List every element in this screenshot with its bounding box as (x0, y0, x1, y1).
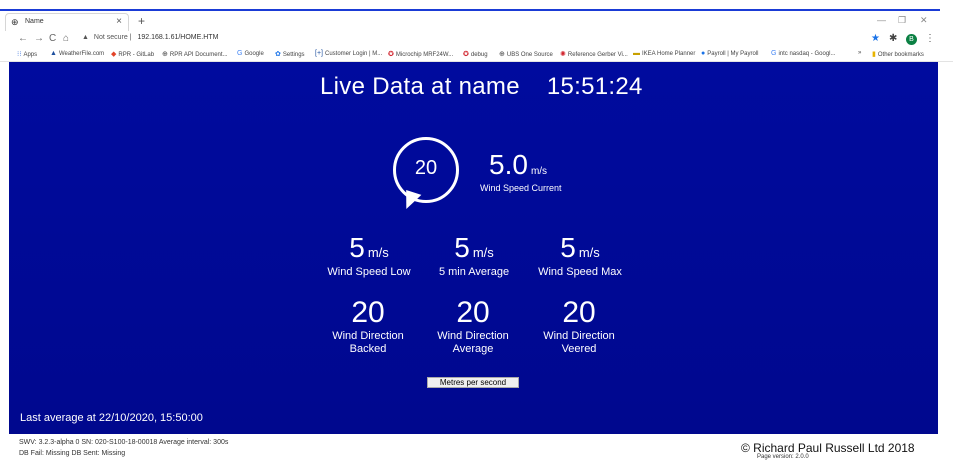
minimize-icon[interactable]: — (877, 15, 886, 25)
bookmark-weatherfile[interactable]: ▲ WeatherFile.com (50, 50, 104, 57)
url-text: 192.168.1.61/HOME.HTM (137, 34, 219, 41)
close-tab-icon[interactable]: × (116, 16, 122, 27)
page-title: Live Data at name 15:51:24 (320, 73, 643, 101)
gitlab-icon: ◆ (111, 51, 117, 58)
bookmark-payroll[interactable]: ● Payroll | My Payroll (701, 50, 758, 57)
stat-label: Wind Speed Max (538, 266, 622, 278)
new-tab-icon[interactable]: + (138, 14, 145, 28)
folder-icon: ▮ (872, 51, 876, 58)
bookmark-customer-login[interactable]: [+] Customer Login | M... (315, 50, 382, 57)
bookmark-api-docs[interactable]: ⊕ RPR API Document... (162, 50, 228, 58)
tab-title: Name (25, 18, 44, 25)
wind-speed-average: 5 m/s 5 min Average (419, 232, 529, 279)
direction-label-line2: Backed (349, 343, 387, 355)
bookmarks-bar: ⁝⁝ Apps ▲ WeatherFile.com ◆ RPR - GitLab ⊕ R… (0, 48, 953, 62)
stat-value: 5 (349, 232, 365, 263)
wind-speed-current-label: Wind Speed Current (480, 183, 562, 193)
direction-value: 20 (562, 296, 596, 329)
bracket-icon: [+] (315, 50, 323, 57)
bookmark-gerber[interactable]: ✺ Reference Gerber Vi... (560, 50, 628, 58)
page-version: Page version: 2.0.0 (757, 454, 809, 460)
bookmark-debug[interactable]: ✪ debug (463, 50, 488, 58)
back-icon[interactable]: ← (18, 33, 28, 44)
restore-icon[interactable]: ❐ (898, 15, 906, 26)
direction-label-line2: Average (452, 343, 494, 355)
wind-direction-veered: 20 Wind Direction Veered (524, 296, 634, 356)
station-title: Live Data at name (320, 73, 520, 100)
profile-avatar[interactable]: B (906, 34, 917, 45)
bookmark-intc[interactable]: Gintc nasdaq - Googl... (771, 50, 836, 57)
apps-grid-icon: ⁝⁝ (17, 51, 22, 58)
reference-icon: ✺ (560, 51, 566, 58)
bookmarks-overflow[interactable]: » (858, 50, 861, 56)
bookmark-settings[interactable]: ✿ Settings (275, 50, 305, 58)
home-icon[interactable]: ⌂ (63, 33, 69, 44)
reload-icon[interactable]: C (49, 33, 56, 44)
direction-label-line1: Wind Direction (332, 330, 404, 342)
google-icon: G (771, 50, 777, 57)
security-label: Not secure (93, 34, 128, 41)
wind-direction-average: 20 Wind Direction Average (418, 296, 528, 356)
weatherfile-icon: ▲ (50, 50, 57, 57)
copyright: © Richard Paul Russell Ltd 2018 (741, 441, 915, 455)
bookmark-other[interactable]: ▮ Other bookmarks (872, 50, 924, 58)
direction-value: 20 (351, 296, 385, 329)
gear-icon: ✿ (275, 51, 281, 58)
microchip-icon: ✪ (388, 51, 394, 58)
star-icon[interactable]: ★ (871, 33, 880, 44)
stat-unit: m/s (367, 245, 389, 260)
stat-label: 5 min Average (438, 266, 510, 278)
browser-tab[interactable]: ⊕ Name × (5, 13, 129, 31)
wind-direction-backed: 20 Wind Direction Backed (313, 296, 423, 356)
url-separator: | (129, 34, 132, 41)
stat-label: Wind Speed Low (327, 266, 411, 278)
direction-label-line2: Veered (561, 343, 597, 355)
units-toggle-button[interactable]: Metres per second (427, 377, 519, 388)
globe-icon: ⊕ (11, 17, 19, 27)
wind-speed-low: 5 m/s Wind Speed Low (314, 232, 424, 279)
bookmark-ubs[interactable]: ⊕ UBS One Source (499, 50, 553, 58)
bookmark-microchip[interactable]: ✪ Microchip MRF24W... (388, 50, 453, 58)
live-time: 15:51:24 (546, 73, 643, 100)
wind-speed-current-unit: m/s (530, 166, 548, 177)
ikea-icon: ▬ (633, 50, 640, 57)
close-window-icon[interactable]: ✕ (920, 15, 928, 26)
stat-unit: m/s (472, 245, 494, 260)
direction-label-line1: Wind Direction (543, 330, 615, 342)
device-info: SWV: 3.2.3-alpha 0 SN: 020-S100-18-00018… (19, 437, 228, 459)
extensions-icon[interactable]: ✱ (889, 33, 897, 44)
bookmark-google[interactable]: G Google (237, 50, 264, 57)
globe-icon: ⊕ (499, 51, 505, 58)
forward-icon[interactable]: → (34, 33, 44, 44)
globe-icon: ⊕ (162, 51, 168, 58)
wind-direction-current: 20 (414, 157, 438, 179)
wind-speed-max: 5 m/s Wind Speed Max (525, 232, 635, 279)
database-status-line: DB Fail: Missing DB Sent: Missing (19, 450, 126, 457)
menu-icon[interactable]: ⋮ (925, 33, 935, 44)
stat-value: 5 (454, 232, 470, 263)
live-data-panel: Live Data at name 15:51:24 20 5.0 m/s Win… (9, 62, 938, 434)
wind-speed-current: 5.0 m/s (489, 149, 547, 181)
bookmark-gitlab[interactable]: ◆ RPR - GitLab (111, 50, 154, 58)
address-bar: ← → C ⌂ ▲ Not secure | 192.168.1.61/HOME… (0, 31, 953, 48)
microchip-icon: ✪ (463, 51, 469, 58)
direction-value: 20 (456, 296, 490, 329)
warning-icon: ▲ (82, 34, 89, 41)
tab-strip: ⊕ Name × + — ❐ ✕ (0, 11, 953, 31)
payroll-icon: ● (701, 50, 706, 57)
wind-speed-current-value: 5.0 (489, 149, 528, 180)
google-icon: G (237, 50, 243, 57)
stat-value: 5 (560, 232, 576, 263)
software-version-line: SWV: 3.2.3-alpha 0 SN: 020-S100-18-00018… (19, 439, 229, 446)
url-field[interactable]: ▲ Not secure | 192.168.1.61/HOME.HTM (82, 34, 218, 41)
last-average-timestamp: Last average at 22/10/2020, 15:50:00 (20, 412, 203, 424)
bookmark-ikea[interactable]: ▬ IKEA Home Planner (633, 50, 695, 57)
stat-unit: m/s (578, 245, 600, 260)
bookmark-apps[interactable]: ⁝⁝ Apps (17, 50, 37, 58)
direction-label-line1: Wind Direction (437, 330, 509, 342)
